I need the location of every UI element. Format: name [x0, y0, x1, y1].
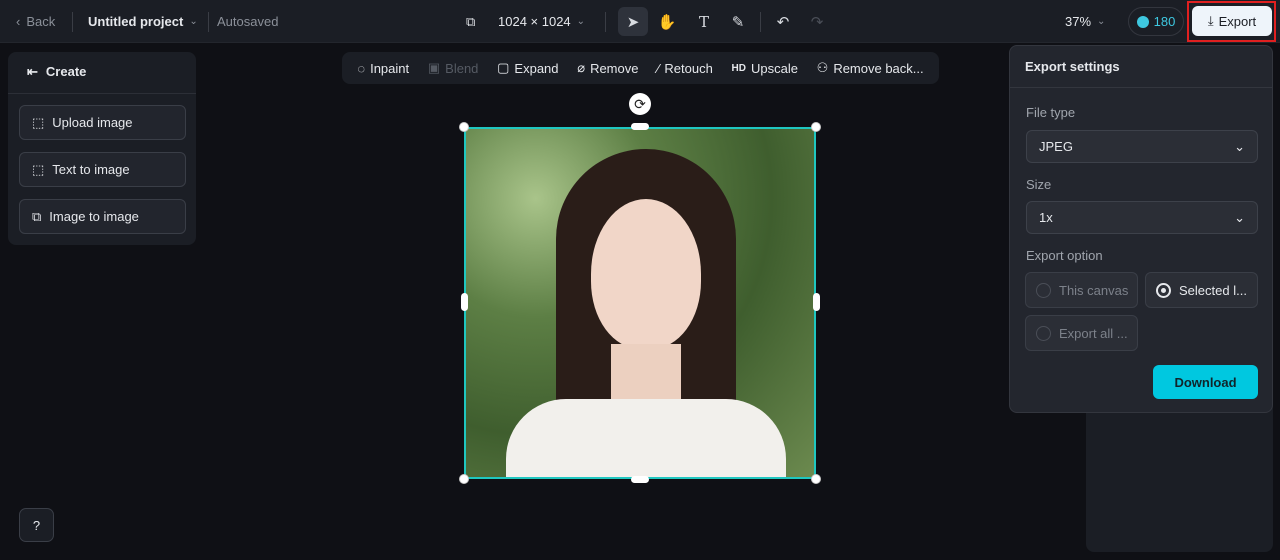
- images-icon: ⧉: [32, 208, 42, 224]
- size-label: Size: [1026, 177, 1052, 192]
- credits-badge[interactable]: 180: [1128, 7, 1184, 36]
- select-tool-icon[interactable]: ➤: [618, 7, 648, 36]
- zoom-dropdown[interactable]: 37% ⌄: [1065, 0, 1105, 43]
- size-select[interactable]: 1x ⌄: [1026, 201, 1258, 234]
- wand-icon: ⁄: [657, 60, 660, 76]
- chevron-left-icon: ‹: [16, 14, 21, 29]
- option-export-all[interactable]: Export all ...: [1025, 315, 1138, 351]
- file-type-select[interactable]: JPEG ⌄: [1026, 130, 1258, 163]
- rotate-icon[interactable]: ⟳: [629, 93, 651, 115]
- help-icon[interactable]: ?: [19, 508, 54, 542]
- download-icon: ⤓: [1207, 13, 1214, 28]
- brush-tool-icon[interactable]: ✎: [723, 7, 753, 36]
- expand-icon: ▢: [497, 60, 510, 75]
- create-header[interactable]: ⇤ Create: [27, 64, 86, 80]
- upload-icon: ⬚: [32, 114, 45, 130]
- file-type-label: File type: [1026, 105, 1076, 120]
- chevron-down-icon: ⌄: [1234, 138, 1245, 154]
- top-bar: ‹ Back Untitled project ⌄ Autosaved ⧉ 1024…: [0, 0, 1280, 43]
- blend-button[interactable]: ▣ Blend: [428, 60, 479, 76]
- image-to-image-button[interactable]: ⧉ Image to image: [19, 199, 186, 234]
- remove-background-button[interactable]: ⚇ Remove back...: [817, 60, 924, 76]
- text-image-icon: ⬚: [32, 161, 45, 177]
- eraser-icon: ⌀: [577, 60, 586, 75]
- radio-icon: [1036, 325, 1051, 341]
- chevron-down-icon: ⌄: [1234, 209, 1245, 225]
- edit-toolbar: ◌ Inpaint ▣ Blend ▢ Expand ⌀ Remove ⁄ Retouch…: [342, 52, 939, 84]
- text-tool-icon[interactable]: T: [689, 7, 719, 36]
- credit-icon: [1136, 15, 1149, 28]
- canvas-size-dropdown[interactable]: 1024 × 1024 ⌄: [498, 0, 585, 43]
- undo-icon[interactable]: ↶: [768, 7, 798, 36]
- blend-icon: ▣: [427, 60, 441, 75]
- retouch-button[interactable]: ⁄ Retouch: [657, 61, 713, 76]
- download-button[interactable]: Download: [1153, 365, 1258, 399]
- hd-icon: HD: [731, 62, 746, 74]
- export-settings-title: Export settings: [1025, 59, 1120, 74]
- portrait-image[interactable]: [464, 127, 816, 479]
- hand-tool-icon[interactable]: ✋: [652, 7, 682, 36]
- chevron-down-icon: ⌄: [189, 16, 198, 27]
- remove-button[interactable]: ⌀ Remove: [577, 60, 638, 76]
- inpaint-button[interactable]: ◌ Inpaint: [357, 61, 409, 76]
- project-name-dropdown[interactable]: Untitled project ⌄: [88, 0, 198, 43]
- inpaint-icon: ◌: [357, 60, 366, 76]
- resize-icon[interactable]: ⧉: [466, 0, 475, 43]
- radio-selected-icon: [1156, 282, 1171, 298]
- upscale-button[interactable]: HD Upscale: [732, 61, 798, 76]
- autosave-status: Autosaved: [217, 14, 279, 29]
- back-button[interactable]: ‹ Back: [16, 0, 55, 43]
- export-settings-panel: Export settings File type JPEG ⌄ Size 1x ⌄…: [1009, 45, 1273, 413]
- option-this-canvas[interactable]: This canvas: [1025, 272, 1138, 308]
- chevron-down-icon: ⌄: [1097, 16, 1106, 27]
- export-option-label: Export option: [1026, 248, 1103, 263]
- text-to-image-button[interactable]: ⬚ Text to image: [19, 152, 186, 187]
- radio-icon: [1036, 282, 1051, 298]
- export-button[interactable]: ⤓ Export: [1192, 6, 1272, 36]
- person-icon: ⚇: [816, 60, 829, 75]
- collapse-icon: ⇤: [27, 64, 38, 79]
- option-selected-layers[interactable]: Selected l...: [1145, 272, 1258, 308]
- expand-button[interactable]: ▢ Expand: [497, 60, 558, 76]
- chevron-down-icon: ⌄: [576, 16, 586, 27]
- redo-icon[interactable]: ↷: [802, 7, 832, 36]
- upload-image-button[interactable]: ⬚ Upload image: [19, 105, 186, 140]
- create-panel: ⇤ Create ⬚ Upload image ⬚ Text to image ⧉ Im…: [8, 52, 196, 245]
